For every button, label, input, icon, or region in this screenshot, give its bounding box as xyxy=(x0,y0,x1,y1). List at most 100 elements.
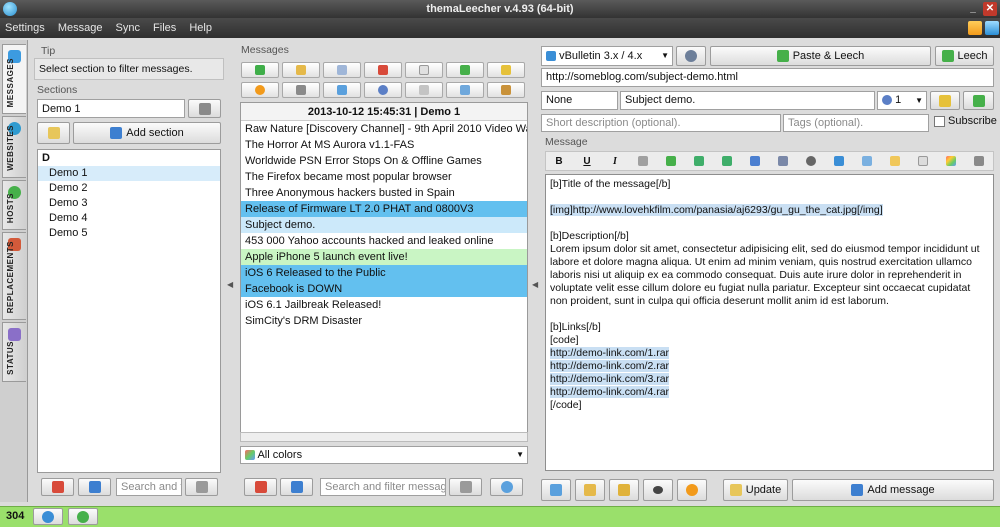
section-search-button[interactable] xyxy=(185,478,218,496)
short-description-input[interactable]: Short description (optional). xyxy=(541,114,781,132)
menu-help[interactable]: Help xyxy=(184,18,217,38)
section-name-input[interactable]: Demo 1 xyxy=(37,99,185,118)
add-message-button[interactable]: Add message xyxy=(792,479,994,501)
delete-section-button[interactable] xyxy=(41,478,74,496)
leech-button[interactable]: Leech xyxy=(935,46,994,66)
page-button[interactable] xyxy=(405,62,443,78)
preview-button[interactable] xyxy=(643,479,673,501)
window-icon[interactable] xyxy=(985,21,999,35)
message-row[interactable]: Three Anonymous hackers busted in Spain xyxy=(241,185,527,201)
video-icon[interactable] xyxy=(830,153,848,169)
tag-button[interactable] xyxy=(323,62,361,78)
paste-leech-button[interactable]: Paste & Leech xyxy=(710,46,931,66)
duplicate-button[interactable] xyxy=(323,82,361,98)
subscribe-checkbox[interactable] xyxy=(934,116,945,127)
table-icon[interactable] xyxy=(858,153,876,169)
quote-icon[interactable] xyxy=(802,153,820,169)
pdb-button[interactable] xyxy=(487,62,525,78)
menu-sync[interactable]: Sync xyxy=(111,18,145,38)
section-item[interactable]: Demo 4 xyxy=(38,211,220,226)
message-row[interactable]: The Horror At MS Aurora v1.1-FAS xyxy=(241,137,527,153)
message-search-input[interactable]: Search and filter messages. xyxy=(320,478,446,496)
tab-hosts[interactable]: HOSTS xyxy=(2,180,26,230)
delete-message-button[interactable] xyxy=(364,62,402,78)
message-row[interactable]: The Firefox became most popular browser xyxy=(241,169,527,185)
update-button[interactable]: Update xyxy=(723,479,788,501)
rename-section-button[interactable] xyxy=(188,99,221,118)
url-input[interactable]: http://someblog.com/subject-demo.html xyxy=(541,68,994,87)
note-icon[interactable] xyxy=(886,153,904,169)
menu-message[interactable]: Message xyxy=(53,18,108,38)
copy-button[interactable] xyxy=(282,62,320,78)
print-icon[interactable] xyxy=(774,153,792,169)
shield-button[interactable] xyxy=(446,82,484,98)
add-section-button[interactable]: Add section xyxy=(73,122,221,144)
underline-icon[interactable]: U xyxy=(578,153,596,169)
right-splitter[interactable]: ◀ xyxy=(532,280,538,289)
platform-settings-button[interactable] xyxy=(676,46,706,66)
tab-messages[interactable]: MESSAGES xyxy=(2,44,26,114)
font-color-icon[interactable] xyxy=(746,153,764,169)
section-search-input[interactable]: Search and fil xyxy=(116,478,182,496)
delete-filter-button[interactable] xyxy=(244,478,277,496)
bold-icon[interactable]: B xyxy=(550,153,568,169)
link-icon[interactable] xyxy=(634,153,652,169)
italic-icon[interactable]: I xyxy=(606,153,624,169)
color-filter-select[interactable]: All colors ▼ xyxy=(240,446,528,464)
close-icon[interactable]: ✕ xyxy=(983,2,997,16)
zoom-button[interactable] xyxy=(490,478,523,496)
section-item[interactable]: Demo 3 xyxy=(38,196,220,211)
platform-select[interactable]: vBulletin 3.x / 4.x ▼ xyxy=(541,46,673,66)
prefix-input[interactable]: None xyxy=(541,91,618,110)
tab-status[interactable]: STATUS xyxy=(2,322,26,382)
colors-icon[interactable] xyxy=(942,153,960,169)
minimize-icon[interactable]: _ xyxy=(966,2,980,16)
image-upload-button[interactable] xyxy=(963,91,994,110)
tab-websites[interactable]: WEBSITES xyxy=(2,116,26,178)
paste-button[interactable] xyxy=(575,479,605,501)
color-button[interactable] xyxy=(241,82,279,98)
import-button[interactable] xyxy=(241,62,279,78)
image-button[interactable] xyxy=(405,82,443,98)
menu-settings[interactable]: Settings xyxy=(0,18,50,38)
color-button[interactable] xyxy=(677,479,707,501)
message-row[interactable]: Release of Firmware LT 2.0 PHAT and 0800… xyxy=(241,201,527,217)
lock-button[interactable] xyxy=(487,82,525,98)
page-icon[interactable] xyxy=(914,153,932,169)
tags-input[interactable]: Tags (optional). xyxy=(783,114,929,132)
help-button[interactable] xyxy=(33,508,63,525)
list-icon[interactable] xyxy=(970,153,988,169)
image-add-icon[interactable] xyxy=(718,153,736,169)
messages-hscrollbar[interactable] xyxy=(240,432,528,442)
message-row[interactable]: Subject demo. xyxy=(241,217,527,233)
message-editor[interactable]: [b]Title of the message[/b] [img]http://… xyxy=(545,174,994,471)
move-button[interactable] xyxy=(446,62,484,78)
message-row[interactable]: Raw Nature [Discovery Channel] - 9th Apr… xyxy=(241,121,527,137)
clear-button[interactable] xyxy=(609,479,639,501)
left-splitter[interactable]: ◀ xyxy=(227,280,233,289)
list-view-button[interactable] xyxy=(78,478,111,496)
edit-section-button[interactable] xyxy=(37,122,70,144)
message-row[interactable]: Worldwide PSN Error Stops On & Offline G… xyxy=(241,153,527,169)
list-view-button[interactable] xyxy=(280,478,313,496)
image-icon[interactable] xyxy=(690,153,708,169)
tab-replacements[interactable]: REPLACEMENTS xyxy=(2,232,26,320)
message-row[interactable]: SimCity's DRM Disaster xyxy=(241,313,527,329)
message-row[interactable]: Apple iPhone 5 launch event live! xyxy=(241,249,527,265)
add-button[interactable] xyxy=(68,508,98,525)
section-item[interactable]: Demo 1 xyxy=(38,166,220,181)
count-field[interactable]: 1 ▼ xyxy=(877,91,927,110)
home-icon[interactable] xyxy=(968,21,982,35)
user-button[interactable] xyxy=(364,82,402,98)
section-item[interactable]: Demo 2 xyxy=(38,181,220,196)
subject-input[interactable]: Subject demo. xyxy=(620,91,875,110)
message-row[interactable]: Facebook is DOWN xyxy=(241,281,527,297)
section-item[interactable]: Demo 5 xyxy=(38,226,220,241)
menu-files[interactable]: Files xyxy=(148,18,181,38)
message-row[interactable]: iOS 6.1 Jailbreak Released! xyxy=(241,297,527,313)
insert-link-icon[interactable] xyxy=(662,153,680,169)
edit-message-button[interactable] xyxy=(282,82,320,98)
pdb-button[interactable] xyxy=(930,91,960,110)
message-row[interactable]: 453 000 Yahoo accounts hacked and leaked… xyxy=(241,233,527,249)
copy-button[interactable] xyxy=(541,479,571,501)
